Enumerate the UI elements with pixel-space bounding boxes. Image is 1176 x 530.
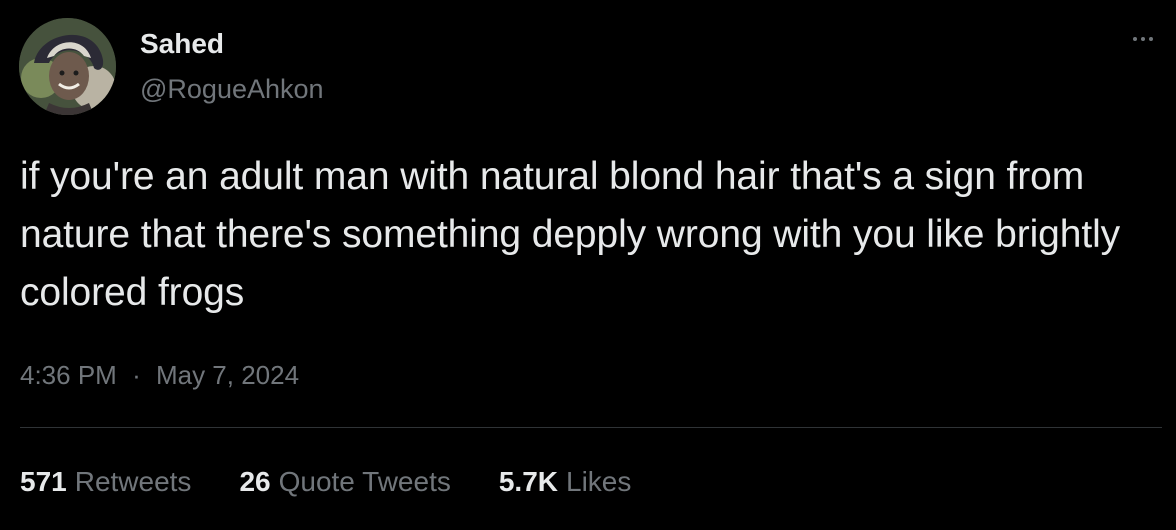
likes-label: Likes bbox=[566, 466, 632, 497]
quote-tweets-label: Quote Tweets bbox=[278, 466, 451, 497]
retweets-stat[interactable]: 571 Retweets bbox=[20, 464, 191, 500]
quote-tweets-stat[interactable]: 26 Quote Tweets bbox=[239, 464, 450, 500]
author-handle[interactable]: @RogueAhkon bbox=[140, 72, 324, 106]
more-horizontal-icon-dot bbox=[1141, 37, 1145, 41]
tweet-timestamp[interactable]: 4:36 PM · May 7, 2024 bbox=[20, 358, 299, 392]
tweet-text: if you're an adult man with natural blon… bbox=[20, 155, 1121, 314]
avatar[interactable] bbox=[19, 18, 116, 115]
more-options-button[interactable] bbox=[1126, 26, 1160, 52]
likes-stat[interactable]: 5.7K Likes bbox=[499, 464, 632, 500]
quote-tweets-count: 26 bbox=[239, 466, 271, 497]
more-horizontal-icon-dot bbox=[1149, 37, 1153, 41]
tweet-time: 4:36 PM bbox=[20, 360, 117, 390]
avatar-illustration bbox=[19, 18, 116, 115]
tweet-card: Sahed @RogueAhkon if you're an adult man… bbox=[0, 0, 1176, 530]
tweet-stats: 571 Retweets 26 Quote Tweets 5.7K Likes bbox=[20, 464, 679, 500]
retweets-count: 571 bbox=[20, 466, 67, 497]
retweets-label: Retweets bbox=[74, 466, 192, 497]
author-display-name[interactable]: Sahed bbox=[140, 26, 224, 62]
meta-separator: · bbox=[132, 360, 141, 390]
tweet-date: May 7, 2024 bbox=[155, 360, 300, 390]
more-horizontal-icon bbox=[1133, 37, 1137, 41]
likes-count: 5.7K bbox=[498, 466, 559, 497]
divider bbox=[20, 427, 1162, 428]
